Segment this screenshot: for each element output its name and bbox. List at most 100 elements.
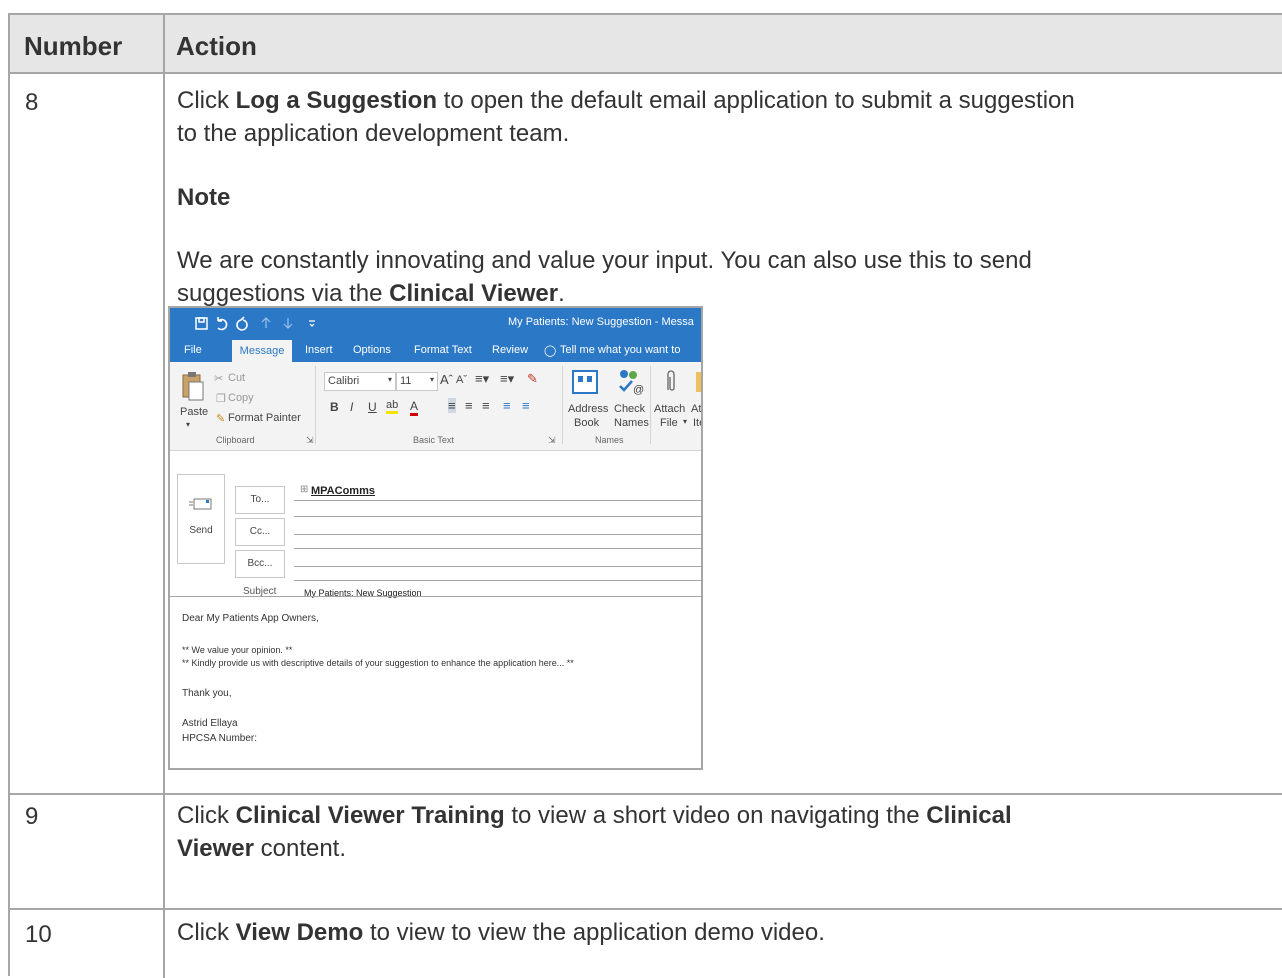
font-color-icon[interactable]: A: [410, 399, 419, 416]
dialog-launcher-icon[interactable]: ⇲: [548, 435, 556, 446]
increase-indent-icon[interactable]: ≡: [522, 398, 530, 413]
row-number: 8: [25, 89, 39, 116]
table-header: Number Action: [10, 15, 1282, 74]
decrease-indent-icon[interactable]: ≡: [503, 398, 511, 413]
body-line: Dear My Patients App Owners,: [182, 613, 319, 624]
send-button[interactable]: Send: [177, 474, 225, 564]
grow-font-icon[interactable]: Aˆ: [440, 372, 453, 387]
chevron-down-icon: ▾: [387, 375, 392, 384]
bullets-icon[interactable]: ≡▾: [475, 371, 489, 387]
chevron-down-icon[interactable]: ▾: [683, 417, 687, 426]
down-arrow-icon: [283, 318, 293, 329]
cc-field[interactable]: [294, 534, 701, 535]
italic-icon[interactable]: I: [350, 400, 353, 414]
to-button[interactable]: To...: [235, 486, 285, 514]
redo-icon: [236, 316, 248, 331]
tab-format-text[interactable]: Format Text: [414, 344, 472, 356]
underline-icon[interactable]: U: [368, 400, 377, 414]
note-text: We are constantly innovating and value y…: [177, 247, 1032, 274]
header-number: Number: [24, 31, 123, 61]
message-body[interactable]: Dear My Patients App Owners, ** We value…: [170, 596, 701, 768]
align-right-icon[interactable]: ≡: [482, 398, 490, 413]
format-painter-button[interactable]: Format Painter: [228, 412, 301, 424]
action-text: to the application development team.: [177, 120, 570, 147]
field-line: [294, 580, 701, 581]
body-line: Thank you,: [182, 688, 232, 699]
address-book-label: Book: [574, 417, 600, 429]
align-center-icon[interactable]: ≡: [465, 398, 473, 413]
check-names-label: Names: [614, 417, 649, 429]
note-heading: Note: [177, 184, 231, 211]
body-line: ** Kindly provide us with descriptive de…: [182, 658, 574, 668]
copy-icon: ❐: [216, 393, 226, 405]
title-bar: My Patients: New Suggestion - Messa: [170, 308, 701, 338]
attach-file-button[interactable]: Attach: [654, 403, 685, 415]
copy-button[interactable]: Copy: [228, 392, 254, 404]
bold-icon[interactable]: B: [330, 400, 339, 414]
tab-message[interactable]: Message: [232, 340, 292, 362]
field-line: [294, 548, 701, 549]
shrink-font-icon[interactable]: Aˇ: [456, 374, 467, 386]
chevron-down-icon: ▾: [429, 375, 434, 384]
to-field-line: [294, 500, 701, 501]
quick-access-toolbar: [195, 316, 315, 331]
column-divider: [163, 15, 165, 978]
log-suggestion-label: Log a Suggestion: [235, 87, 437, 114]
check-names-button[interactable]: Check: [614, 403, 645, 415]
send-label: Send: [189, 525, 213, 536]
field-line: [294, 516, 701, 517]
chevron-down-icon[interactable]: ▾: [186, 420, 190, 429]
tell-me-box[interactable]: Tell me what you want to: [560, 344, 680, 356]
scissors-icon: ✂: [214, 373, 224, 385]
group-separator: [315, 366, 316, 444]
window-title: My Patients: New Suggestion - Messa: [508, 316, 694, 328]
cut-button[interactable]: Cut: [228, 372, 245, 384]
send-envelope-icon: [189, 498, 212, 510]
address-book-icon: [572, 370, 598, 394]
bcc-field[interactable]: [294, 566, 701, 567]
row-number: 9: [25, 803, 39, 830]
ribbon-tabs: File Message Insert Options Format Text …: [170, 338, 701, 362]
group-separator: [562, 366, 563, 444]
group-separator: [650, 366, 651, 444]
tab-insert[interactable]: Insert: [305, 344, 333, 356]
font-name-select[interactable]: Calibri ▾: [324, 372, 396, 391]
tab-review[interactable]: Review: [492, 344, 528, 356]
paperclip-icon: [667, 370, 675, 391]
clipboard-group-label: Clipboard: [216, 435, 255, 445]
attach-item-label: Ite: [693, 417, 701, 429]
attach-item-button[interactable]: At: [691, 403, 701, 415]
font-size-select[interactable]: 11 ▾: [396, 372, 438, 391]
lightbulb-icon: ◯: [544, 345, 557, 357]
outlook-screenshot: My Patients: New Suggestion - Messa File…: [168, 306, 703, 770]
expand-icon[interactable]: ⊞: [300, 484, 308, 495]
highlight-icon[interactable]: ab: [386, 399, 399, 414]
address-book-button[interactable]: Address: [568, 403, 608, 415]
bcc-button[interactable]: Bcc...: [235, 550, 285, 578]
to-recipient[interactable]: MPAComms: [311, 485, 375, 497]
attach-item-icon: [696, 372, 701, 392]
body-line: HPCSA Number:: [182, 733, 258, 744]
customize-icon: [309, 320, 315, 327]
names-group-label: Names: [595, 435, 624, 445]
action-text: Click Clinical Viewer Training to view a…: [177, 802, 1012, 829]
row-divider: [10, 793, 1282, 795]
numbering-icon[interactable]: ≡▾: [500, 371, 514, 387]
ribbon: Paste ▾ ✂ Cut ❐ Copy ✎ Format Painter Cl…: [170, 362, 701, 451]
paste-button[interactable]: Paste: [180, 406, 208, 418]
dialog-launcher-icon[interactable]: ⇲: [306, 435, 314, 446]
align-left-icon[interactable]: ≡: [448, 398, 456, 413]
row-number: 10: [25, 921, 52, 948]
format-painter-icon: ✎: [216, 413, 226, 425]
tab-options[interactable]: Options: [353, 344, 391, 356]
row-divider: [10, 908, 1282, 910]
action-text: Click View Demo to view to view the appl…: [177, 919, 825, 946]
tab-file[interactable]: File: [184, 344, 202, 356]
paste-icon: [182, 372, 204, 401]
clear-formatting-icon[interactable]: ✎: [527, 371, 538, 387]
basic-text-group-label: Basic Text: [413, 435, 454, 445]
undo-icon: [217, 317, 228, 331]
header-action: Action: [176, 31, 257, 61]
cc-button[interactable]: Cc...: [235, 518, 285, 546]
action-text: Click Log a Suggestion to open the defau…: [177, 87, 1075, 114]
